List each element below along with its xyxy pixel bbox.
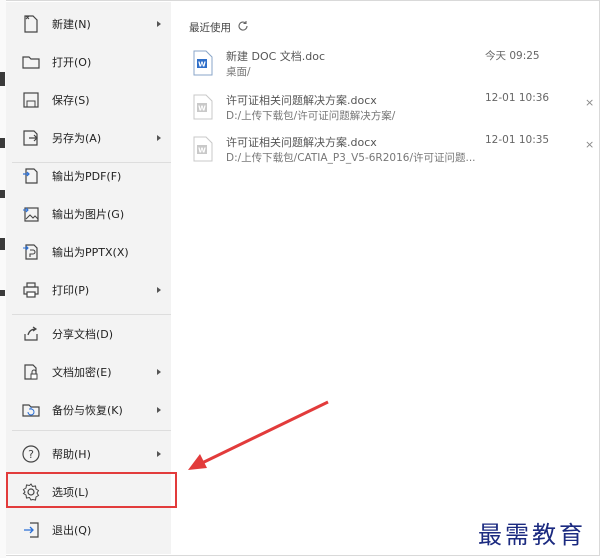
- annotation-arrow: [188, 400, 329, 470]
- watermark-text: 最需教育: [478, 521, 586, 549]
